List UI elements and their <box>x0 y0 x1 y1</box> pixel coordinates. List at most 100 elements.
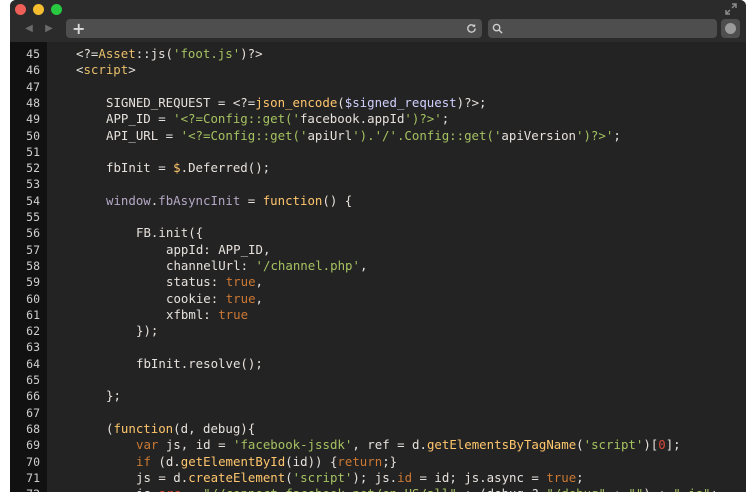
code-token: getElementsByTagName <box>426 437 577 453</box>
code-token: : <box>606 486 628 492</box>
code-token: if <box>136 453 151 469</box>
plus-icon[interactable]: + <box>72 19 85 38</box>
code-token: ( <box>285 469 293 485</box>
code-token: + (debug ? <box>457 486 547 492</box>
code-token: FB.init({ <box>136 225 204 241</box>
code-line: 70 if (d.getElementById(id)) {return;} <box>10 454 746 470</box>
line-number: 53 <box>26 177 40 192</box>
code-line: 63 <box>10 339 746 355</box>
search-icon <box>492 23 503 34</box>
code-token: cookie: <box>166 290 226 306</box>
code-token: = id; js.async = <box>412 469 547 485</box>
code-text: status: true, <box>166 274 263 290</box>
code-line: 54 window.fbAsyncInit = function() { <box>10 193 746 209</box>
back-button[interactable]: ◀ <box>21 21 37 37</box>
line-number: 55 <box>26 210 40 224</box>
code-line: 59 status: true, <box>10 274 746 290</box>
line-number: 68 <box>26 421 40 436</box>
zoom-window-button[interactable] <box>51 4 62 15</box>
code-text: <script> <box>76 62 136 78</box>
code-line: 72 js.src = "//connect.facebook.net/en_US… <box>10 486 746 492</box>
code-text: if (d.getElementById(id)) {return;} <box>136 454 397 470</box>
code-line: 46 <script> <box>10 62 746 78</box>
code-token: :: <box>135 46 151 61</box>
code-text: SIGNED_REQUEST = <?=json_encode($signed_… <box>106 95 487 111</box>
code-token: status: <box>166 274 226 290</box>
code-token: Asset <box>98 46 136 61</box>
code-token: js, id = <box>158 437 233 453</box>
code-token: return <box>337 453 383 469</box>
code-text: xfbml: true <box>166 307 248 323</box>
code-token: '<?=Config::get(' <box>180 127 308 143</box>
code-token: 'script' <box>583 437 644 453</box>
code-text: channelUrl: '/channel.php', <box>166 258 367 274</box>
code-editor[interactable]: 45 <?=Asset::js('foot.js')?> 46 <script> 47 4… <box>10 42 746 492</box>
code-token: true <box>225 290 256 306</box>
browser-window: ◀ ▶ + 45 <?=Asset::js('foot.js')?> 46 <scri… <box>10 0 746 492</box>
code-line: 66}; <box>10 388 746 404</box>
code-token: 'facebook-jssdk' <box>233 437 353 453</box>
code-token: ')?>' <box>404 111 442 127</box>
code-token: $ <box>173 160 181 176</box>
code-token: APP_ID = <box>106 111 174 127</box>
code-token: <?= <box>232 94 256 110</box>
code-token: SIGNED_REQUEST = <box>106 94 233 110</box>
record-button[interactable] <box>721 19 740 38</box>
code-line: 61 xfbml: true <box>10 307 746 323</box>
line-number: 50 <box>26 128 40 143</box>
code-token: '<?=Config::get(' <box>173 111 300 127</box>
line-number: 59 <box>26 275 40 290</box>
line-number: 48 <box>26 95 40 110</box>
code-token: 'foot.js' <box>173 46 241 61</box>
line-number: 49 <box>26 112 40 127</box>
code-token: js. <box>136 486 158 492</box>
fullscreen-expand-icon[interactable] <box>724 2 738 16</box>
line-number: 65 <box>26 373 40 387</box>
code-token: ".js" <box>673 486 710 492</box>
code-token: fbAsyncInit <box>158 192 241 208</box>
code-line: 55 <box>10 209 746 225</box>
code-token: <?= <box>76 46 99 61</box>
code-token: js( <box>150 46 174 61</box>
code-token: script <box>83 62 129 78</box>
search-bar[interactable] <box>488 19 717 38</box>
code-token: function <box>113 420 174 436</box>
code-token: ;} <box>382 453 398 469</box>
code-token: "" <box>628 486 643 492</box>
minimize-window-button[interactable] <box>33 4 44 15</box>
code-token: API_URL = <box>106 127 181 143</box>
code-text: js.src = "//connect.facebook.net/en_US/a… <box>136 486 718 492</box>
line-number: 57 <box>26 242 40 257</box>
code-line: 48 SIGNED_REQUEST = <?=json_encode($signe… <box>10 95 746 111</box>
reload-icon[interactable] <box>466 23 477 34</box>
close-window-button[interactable] <box>15 4 26 15</box>
code-token: json_encode <box>255 94 338 110</box>
code-token: apiUrl <box>307 127 353 143</box>
code-token: createElement <box>188 469 286 485</box>
code-token: , <box>359 257 368 273</box>
forward-button[interactable]: ▶ <box>41 21 57 37</box>
code-token: () { <box>322 192 353 208</box>
code-line: 53 <box>10 176 746 192</box>
code-token: getElementById <box>180 453 286 469</box>
code-text: appId: APP_ID, <box>166 242 270 258</box>
code-token: true <box>225 274 256 290</box>
code-text: APP_ID = '<?=Config::get('facebook.appId… <box>106 111 449 127</box>
code-token: channelUrl: <box>166 257 256 273</box>
line-number: 56 <box>26 226 40 241</box>
code-token: ').'/'.Config::get(' <box>352 127 502 143</box>
code-token: }); <box>136 323 159 339</box>
code-token: (id)) { <box>285 453 338 469</box>
line-number: 69 <box>26 438 40 453</box>
line-number: 70 <box>26 454 40 469</box>
code-line: 52 fbInit = $.Deferred(); <box>10 160 746 176</box>
code-token: true <box>546 469 577 485</box>
code-token: function <box>262 192 323 208</box>
code-token: , <box>255 274 263 290</box>
address-bar[interactable]: + <box>66 19 482 38</box>
line-number: 66 <box>26 389 40 404</box>
code-token: , ref = d. <box>352 437 427 453</box>
code-token: ; <box>441 111 450 127</box>
code-token: src <box>158 486 180 492</box>
code-token: = <box>240 192 263 208</box>
